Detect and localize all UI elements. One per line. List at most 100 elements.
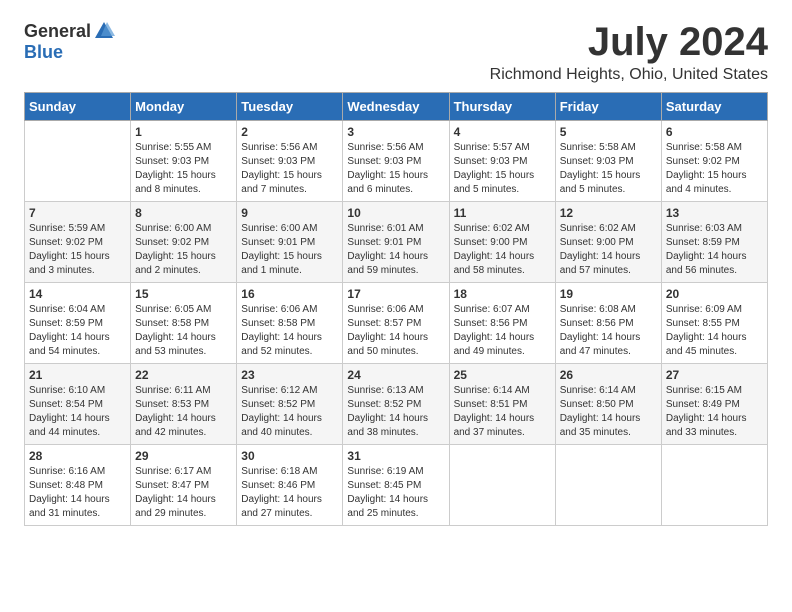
calendar-week-row: 1Sunrise: 5:55 AM Sunset: 9:03 PM Daylig… — [25, 121, 768, 202]
day-number: 30 — [241, 449, 338, 463]
calendar-cell: 31Sunrise: 6:19 AM Sunset: 8:45 PM Dayli… — [343, 445, 449, 526]
day-info: Sunrise: 6:18 AM Sunset: 8:46 PM Dayligh… — [241, 465, 338, 521]
day-number: 29 — [135, 449, 232, 463]
calendar-body: 1Sunrise: 5:55 AM Sunset: 9:03 PM Daylig… — [25, 121, 768, 526]
calendar-cell: 2 Sunrise: 5:56 AM Sunset: 9:03 PM Daylig… — [237, 121, 343, 202]
day-info: Sunrise: 6:08 AM Sunset: 8:56 PM Dayligh… — [560, 303, 657, 359]
day-info: Sunrise: 6:14 AM Sunset: 8:51 PM Dayligh… — [454, 384, 551, 440]
month-title: July 2024 — [490, 20, 768, 64]
calendar-cell: 21 Sunrise: 6:10 AM Sunset: 8:54 PM Dayli… — [25, 364, 131, 445]
day-number: 4 — [454, 125, 551, 139]
day-number: 10 — [347, 206, 444, 220]
calendar-cell — [661, 445, 767, 526]
day-info: Sunrise: 6:06 AM Sunset: 8:57 PM Dayligh… — [347, 303, 444, 359]
calendar-cell: 26 Sunrise: 6:14 AM Sunset: 8:50 PM Dayli… — [555, 364, 661, 445]
calendar-cell: 11 Sunrise: 6:02 AM Sunset: 9:00 PM Dayli… — [449, 202, 555, 283]
calendar-cell: 27Sunrise: 6:15 AM Sunset: 8:49 PM Dayli… — [661, 364, 767, 445]
day-number: 13 — [666, 206, 763, 220]
day-info: Sunrise: 6:14 AM Sunset: 8:50 PM Dayligh… — [560, 384, 657, 440]
calendar-header-saturday: Saturday — [661, 93, 767, 121]
logo-icon — [93, 20, 115, 42]
calendar-cell: 4 Sunrise: 5:57 AM Sunset: 9:03 PM Daylig… — [449, 121, 555, 202]
day-info: Sunrise: 6:15 AM Sunset: 8:49 PM Dayligh… — [666, 384, 763, 440]
calendar-cell — [25, 121, 131, 202]
calendar-cell: 16 Sunrise: 6:06 AM Sunset: 8:58 PM Dayli… — [237, 283, 343, 364]
calendar-header-monday: Monday — [131, 93, 237, 121]
calendar-cell: 17 Sunrise: 6:06 AM Sunset: 8:57 PM Dayli… — [343, 283, 449, 364]
day-number: 8 — [135, 206, 232, 220]
day-info: Sunrise: 6:12 AM Sunset: 8:52 PM Dayligh… — [241, 384, 338, 440]
day-number: 6 — [666, 125, 763, 139]
day-number: 21 — [29, 368, 126, 382]
calendar-cell — [555, 445, 661, 526]
calendar-cell: 15Sunrise: 6:05 AM Sunset: 8:58 PM Dayli… — [131, 283, 237, 364]
day-info: Sunrise: 6:04 AM Sunset: 8:59 PM Dayligh… — [29, 303, 126, 359]
calendar-week-row: 7 Sunrise: 5:59 AM Sunset: 9:02 PM Daylig… — [25, 202, 768, 283]
day-number: 22 — [135, 368, 232, 382]
title-area: July 2024 Richmond Heights, Ohio, United… — [490, 20, 768, 84]
day-number: 23 — [241, 368, 338, 382]
day-number: 3 — [347, 125, 444, 139]
calendar-cell: 14 Sunrise: 6:04 AM Sunset: 8:59 PM Dayli… — [25, 283, 131, 364]
calendar-week-row: 28Sunrise: 6:16 AM Sunset: 8:48 PM Dayli… — [25, 445, 768, 526]
day-number: 12 — [560, 206, 657, 220]
day-info: Sunrise: 5:56 AM Sunset: 9:03 PM Dayligh… — [241, 141, 338, 197]
day-info: Sunrise: 6:03 AM Sunset: 8:59 PM Dayligh… — [666, 222, 763, 278]
day-number: 16 — [241, 287, 338, 301]
header: General Blue July 2024 Richmond Heights,… — [24, 20, 768, 84]
calendar-cell: 30 Sunrise: 6:18 AM Sunset: 8:46 PM Dayli… — [237, 445, 343, 526]
day-number: 2 — [241, 125, 338, 139]
calendar-header-row: SundayMondayTuesdayWednesdayThursdayFrid… — [25, 93, 768, 121]
calendar-cell: 20 Sunrise: 6:09 AM Sunset: 8:55 PM Dayli… — [661, 283, 767, 364]
day-number: 5 — [560, 125, 657, 139]
calendar-header-sunday: Sunday — [25, 93, 131, 121]
calendar-week-row: 21 Sunrise: 6:10 AM Sunset: 8:54 PM Dayli… — [25, 364, 768, 445]
day-info: Sunrise: 6:05 AM Sunset: 8:58 PM Dayligh… — [135, 303, 232, 359]
location-title: Richmond Heights, Ohio, United States — [490, 66, 768, 84]
calendar-cell: 28Sunrise: 6:16 AM Sunset: 8:48 PM Dayli… — [25, 445, 131, 526]
day-info: Sunrise: 5:56 AM Sunset: 9:03 PM Dayligh… — [347, 141, 444, 197]
day-info: Sunrise: 6:06 AM Sunset: 8:58 PM Dayligh… — [241, 303, 338, 359]
calendar-cell: 13 Sunrise: 6:03 AM Sunset: 8:59 PM Dayli… — [661, 202, 767, 283]
day-number: 17 — [347, 287, 444, 301]
calendar-cell: 7 Sunrise: 5:59 AM Sunset: 9:02 PM Daylig… — [25, 202, 131, 283]
day-info: Sunrise: 5:59 AM Sunset: 9:02 PM Dayligh… — [29, 222, 126, 278]
logo-blue: Blue — [24, 42, 63, 63]
logo: General Blue — [24, 20, 115, 63]
day-info: Sunrise: 5:58 AM Sunset: 9:02 PM Dayligh… — [666, 141, 763, 197]
day-number: 26 — [560, 368, 657, 382]
day-info: Sunrise: 6:19 AM Sunset: 8:45 PM Dayligh… — [347, 465, 444, 521]
day-info: Sunrise: 6:00 AM Sunset: 9:02 PM Dayligh… — [135, 222, 232, 278]
day-number: 14 — [29, 287, 126, 301]
calendar-cell: 12 Sunrise: 6:02 AM Sunset: 9:00 PM Dayli… — [555, 202, 661, 283]
day-info: Sunrise: 6:11 AM Sunset: 8:53 PM Dayligh… — [135, 384, 232, 440]
day-number: 25 — [454, 368, 551, 382]
day-number: 28 — [29, 449, 126, 463]
day-info: Sunrise: 6:02 AM Sunset: 9:00 PM Dayligh… — [560, 222, 657, 278]
day-info: Sunrise: 6:00 AM Sunset: 9:01 PM Dayligh… — [241, 222, 338, 278]
day-info: Sunrise: 6:01 AM Sunset: 9:01 PM Dayligh… — [347, 222, 444, 278]
day-number: 24 — [347, 368, 444, 382]
day-number: 11 — [454, 206, 551, 220]
day-info: Sunrise: 5:57 AM Sunset: 9:03 PM Dayligh… — [454, 141, 551, 197]
day-number: 9 — [241, 206, 338, 220]
calendar-cell: 29Sunrise: 6:17 AM Sunset: 8:47 PM Dayli… — [131, 445, 237, 526]
calendar-table: SundayMondayTuesdayWednesdayThursdayFrid… — [24, 92, 768, 526]
calendar-header-wednesday: Wednesday — [343, 93, 449, 121]
calendar-cell — [449, 445, 555, 526]
day-info: Sunrise: 6:13 AM Sunset: 8:52 PM Dayligh… — [347, 384, 444, 440]
day-number: 7 — [29, 206, 126, 220]
calendar-cell: 18Sunrise: 6:07 AM Sunset: 8:56 PM Dayli… — [449, 283, 555, 364]
calendar-cell: 23 Sunrise: 6:12 AM Sunset: 8:52 PM Dayli… — [237, 364, 343, 445]
calendar-week-row: 14 Sunrise: 6:04 AM Sunset: 8:59 PM Dayli… — [25, 283, 768, 364]
day-info: Sunrise: 5:55 AM Sunset: 9:03 PM Dayligh… — [135, 141, 232, 197]
calendar-cell: 10 Sunrise: 6:01 AM Sunset: 9:01 PM Dayli… — [343, 202, 449, 283]
calendar-cell: 5Sunrise: 5:58 AM Sunset: 9:03 PM Daylig… — [555, 121, 661, 202]
logo-general: General — [24, 21, 91, 42]
day-info: Sunrise: 6:02 AM Sunset: 9:00 PM Dayligh… — [454, 222, 551, 278]
calendar-header-friday: Friday — [555, 93, 661, 121]
day-number: 19 — [560, 287, 657, 301]
day-info: Sunrise: 6:10 AM Sunset: 8:54 PM Dayligh… — [29, 384, 126, 440]
day-info: Sunrise: 6:09 AM Sunset: 8:55 PM Dayligh… — [666, 303, 763, 359]
day-number: 20 — [666, 287, 763, 301]
